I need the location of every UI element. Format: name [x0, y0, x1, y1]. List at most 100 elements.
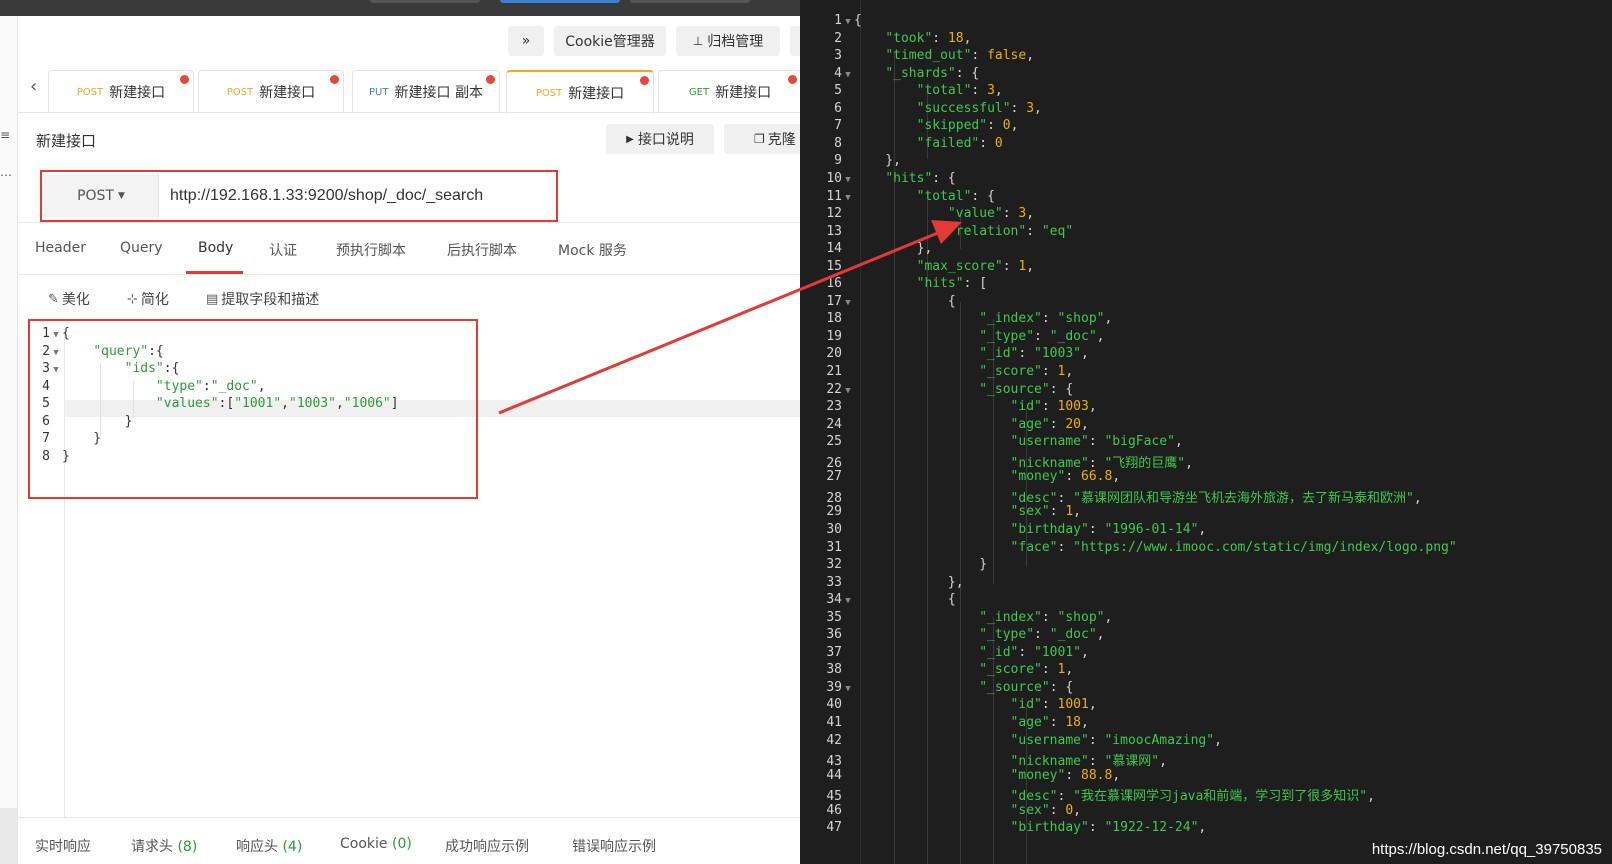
- line-number: 21: [826, 364, 842, 379]
- json-line: 39 ▼ "_source": {: [800, 680, 1073, 698]
- tab-header[interactable]: Header: [35, 240, 86, 256]
- fold-icon: ▼: [845, 297, 851, 308]
- copy-icon: ❐: [754, 132, 765, 146]
- fold-icon: ▼: [845, 683, 851, 694]
- body-highlight-box: [28, 319, 478, 499]
- tab-label: 新建接口: [109, 85, 166, 101]
- caret-down-icon: ▼: [117, 191, 125, 201]
- tab-pre-script[interactable]: 预执行脚本: [336, 240, 406, 260]
- api-doc-label: 接口说明: [637, 132, 694, 148]
- line-number: 33: [826, 574, 842, 590]
- json-line: 15 "max_score": 1,: [800, 259, 1034, 277]
- json-line: 13 "relation": "eq": [800, 224, 1073, 242]
- tab-label: 新建接口: [259, 85, 316, 101]
- archive-manager-label: 归档管理: [707, 34, 764, 50]
- tab-query[interactable]: Query: [120, 240, 163, 256]
- json-line: 35 "_index": "shop",: [800, 610, 1112, 628]
- extract-fields-label: 提取字段和描述: [221, 292, 320, 308]
- extract-fields-button[interactable]: ▤ 提取字段和描述: [206, 289, 319, 309]
- more-button[interactable]: »: [508, 26, 544, 56]
- fold-icon: ▼: [845, 385, 851, 396]
- json-line: 34 ▼ {: [800, 592, 955, 610]
- more-dots-icon[interactable]: ⋯: [0, 168, 12, 182]
- tab-success-example[interactable]: 成功响应示例: [445, 836, 529, 856]
- line-number: 37: [826, 644, 842, 660]
- json-line: 9 },: [800, 153, 901, 171]
- line-number: 31: [826, 539, 842, 555]
- json-line: 33 },: [800, 574, 963, 593]
- json-line: 42 "username": "imoocAmazing",: [800, 733, 1222, 751]
- tab-method: POST: [76, 86, 104, 98]
- json-line: 45 "desc": "我在慕课网学习java和前端，学习到了很多知识",: [800, 785, 1375, 804]
- line-number: 7: [834, 118, 842, 134]
- titlebar-segment: [630, 0, 750, 3]
- tab-scroll-left-icon[interactable]: ‹: [30, 76, 37, 97]
- json-line: 28 "desc": "慕课网团队和导游坐飞机去海外旅游，去了新马泰和欧洲",: [800, 487, 1421, 506]
- unsaved-dot-icon: [330, 75, 339, 84]
- tab-request-4-active[interactable]: POST 新建接口: [506, 70, 654, 114]
- magic-wand-icon: ✎: [48, 291, 59, 307]
- method-value: POST: [77, 188, 114, 204]
- json-line: 47 "birthday": "1922-12-24",: [800, 820, 1206, 838]
- beautify-button[interactable]: ✎ 美化: [48, 289, 90, 309]
- tab-label: 新建接口: [715, 85, 772, 101]
- tab-count: (0): [391, 836, 412, 852]
- line-number: 32: [826, 557, 842, 573]
- json-line: 32 }: [800, 557, 987, 575]
- api-client-pane: ≡ ⋯ » Cookie管理器 ⊥ 归档管理 ‹ POST 新建接口 POST …: [0, 0, 800, 864]
- tab-request-headers[interactable]: 请求头 (8): [131, 836, 197, 856]
- json-line: 6 "successful": 3,: [800, 101, 1042, 119]
- toolbar-overflow-button[interactable]: [790, 26, 800, 56]
- line-number: 16: [826, 276, 842, 292]
- response-json-pane: 1 ▼{2 "took": 18, 3 "timed_out": false, 4 ▼ …: [800, 0, 1612, 864]
- json-line: 12 "value": 3,: [800, 206, 1034, 224]
- tab-live-response[interactable]: 实时响应: [35, 836, 91, 856]
- tab-post-script[interactable]: 后执行脚本: [447, 240, 517, 260]
- tab-request-5[interactable]: GET 新建接口: [658, 70, 800, 113]
- cookie-manager-button[interactable]: Cookie管理器: [554, 26, 666, 56]
- tab-body[interactable]: Body: [198, 240, 233, 256]
- titlebar-segment: [370, 0, 480, 3]
- json-line: 46 "sex": 0,: [800, 803, 1081, 821]
- line-number: 40: [826, 697, 842, 713]
- json-line: 37 "_id": "1001",: [800, 644, 1088, 663]
- tab-request-1[interactable]: POST 新建接口: [48, 70, 194, 113]
- json-line: 36 "_type": "_doc",: [800, 627, 1104, 645]
- line-number: 5: [834, 83, 842, 99]
- sidebar-glyph[interactable]: ≡: [0, 128, 10, 142]
- line-number: 24: [826, 416, 842, 432]
- line-number: 3: [834, 48, 842, 64]
- line-number: 25: [826, 434, 842, 450]
- fold-icon: ▼: [845, 596, 851, 607]
- tree-icon: ⊹: [127, 291, 138, 307]
- tab-mock[interactable]: Mock 服务: [558, 240, 627, 260]
- method-select[interactable]: POST ▼: [44, 174, 159, 218]
- json-line: 44 "money": 88.8,: [800, 768, 1120, 786]
- tab-cookie[interactable]: Cookie (0): [340, 836, 412, 852]
- tab-count: (8): [177, 839, 198, 855]
- json-line: 43 "nickname": "慕课网",: [800, 750, 1167, 769]
- api-doc-button[interactable]: ▶ 接口说明: [606, 124, 714, 154]
- tab-auth[interactable]: 认证: [269, 240, 297, 260]
- tab-response-headers[interactable]: 响应头 (4): [236, 836, 302, 856]
- tab-request-3[interactable]: PUT 新建接口 副本: [352, 70, 500, 113]
- json-line: 40 "id": 1001,: [800, 697, 1096, 715]
- json-line: 26 "nickname": "飞翔的巨鹰",: [800, 452, 1193, 471]
- fold-icon: ▼: [845, 17, 851, 27]
- json-line: 41 "age": 18,: [800, 715, 1088, 733]
- request-title: 新建接口: [36, 132, 97, 150]
- clone-button[interactable]: ❐ 克隆: [724, 124, 800, 154]
- line-number: 11: [826, 188, 842, 204]
- simplify-button[interactable]: ⊹ 简化: [127, 289, 169, 309]
- url-input[interactable]: http://192.168.1.33:9200/shop/_doc/_sear…: [170, 187, 483, 205]
- tab-request-2[interactable]: POST 新建接口: [198, 70, 344, 113]
- json-line: 4 ▼ "_shards": {: [800, 66, 979, 84]
- tab-error-example[interactable]: 错误响应示例: [572, 836, 656, 856]
- document-icon: ▤: [206, 291, 219, 307]
- line-number: 2: [834, 30, 842, 46]
- archive-manager-button[interactable]: ⊥ 归档管理: [676, 26, 780, 56]
- tab-label: 响应头: [236, 839, 278, 855]
- json-line: 20 "_id": "1003",: [800, 346, 1088, 364]
- line-number: 4: [834, 65, 842, 81]
- tab-label: 错误响应示例: [572, 839, 656, 855]
